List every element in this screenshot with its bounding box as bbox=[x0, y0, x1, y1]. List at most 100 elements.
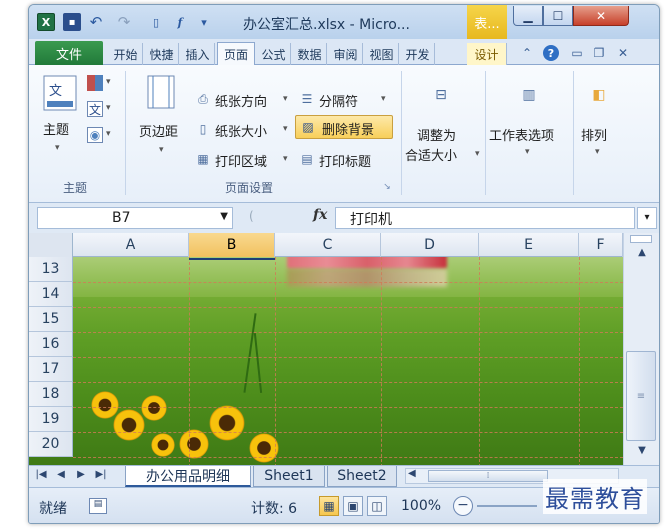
sheet-options-button[interactable]: ▥ 工作表选项 ▾ bbox=[487, 73, 571, 173]
next-sheet-icon[interactable]: ▶ bbox=[73, 469, 89, 480]
sheet-tab-office-supplies[interactable]: 办公用品明细 bbox=[125, 466, 251, 487]
minimize-ribbon-icon[interactable]: ⌃ bbox=[519, 45, 535, 61]
theme-fonts-icon[interactable]: 文 bbox=[87, 101, 103, 117]
column-header-c[interactable]: C bbox=[275, 233, 381, 257]
normal-view-button[interactable]: ▦ bbox=[319, 496, 339, 516]
tab-developer[interactable]: 开发 bbox=[401, 43, 435, 65]
tab-design[interactable]: 设计 bbox=[467, 43, 507, 65]
undo-icon[interactable]: ↶ bbox=[87, 13, 105, 31]
column-header-d[interactable]: D bbox=[381, 233, 479, 257]
tab-formulas[interactable]: 公式 bbox=[257, 43, 291, 65]
arrange-icon: ◧ bbox=[592, 87, 606, 103]
tab-insert[interactable]: 插入 bbox=[181, 43, 215, 65]
vertical-scrollbar[interactable]: ▲ ≡ ▼ bbox=[623, 233, 659, 465]
formula-input[interactable]: 打印机 bbox=[335, 207, 635, 229]
theme-effects-icon[interactable]: ◉ bbox=[87, 127, 103, 143]
delete-background-button[interactable]: ▨ 删除背景 bbox=[295, 115, 393, 139]
theme-colors-icon[interactable] bbox=[87, 75, 103, 91]
save-icon[interactable]: ▪ bbox=[63, 13, 81, 31]
sheet-tab-sheet1[interactable]: Sheet1 bbox=[253, 466, 325, 487]
expand-formula-bar-icon[interactable]: ▾ bbox=[637, 207, 657, 229]
breaks-button[interactable]: ☰ 分隔符 ▾ bbox=[299, 91, 395, 111]
row-header-15[interactable]: 15 bbox=[29, 307, 73, 332]
scroll-down-icon[interactable]: ▼ bbox=[624, 445, 659, 463]
formula-cancel-icon[interactable]: ( bbox=[249, 209, 254, 223]
column-header-b[interactable]: B bbox=[189, 233, 275, 257]
workbook-minimize-icon[interactable]: ▭ bbox=[569, 45, 585, 61]
tab-review[interactable]: 审阅 bbox=[329, 43, 363, 65]
macro-record-icon[interactable]: ▤ bbox=[89, 498, 107, 514]
select-all-corner[interactable] bbox=[29, 233, 73, 257]
zoom-slider[interactable] bbox=[477, 505, 537, 507]
workbook-close-icon[interactable]: ✕ bbox=[615, 45, 631, 61]
close-button[interactable]: ✕ bbox=[573, 6, 629, 26]
sunflower bbox=[141, 395, 167, 421]
first-sheet-icon[interactable]: |◀ bbox=[33, 469, 49, 480]
customize-qat-icon[interactable]: ▾ bbox=[195, 13, 213, 31]
zoom-out-button[interactable]: − bbox=[453, 496, 473, 516]
split-bar[interactable] bbox=[630, 235, 652, 243]
scroll-up-icon[interactable]: ▲ bbox=[624, 247, 659, 265]
blurred-subtitle-text bbox=[287, 269, 447, 287]
tab-view[interactable]: 视图 bbox=[365, 43, 399, 65]
vertical-scroll-thumb[interactable]: ≡ bbox=[626, 351, 656, 441]
scroll-left-icon[interactable]: ◀ bbox=[408, 468, 416, 479]
page-break-view-button[interactable]: ◫ bbox=[367, 496, 387, 516]
sheet-options-dropdown-icon: ▾ bbox=[525, 147, 530, 157]
column-header-e[interactable]: E bbox=[479, 233, 579, 257]
row-header-18[interactable]: 18 bbox=[29, 382, 73, 407]
name-box-dropdown-icon[interactable]: ▼ bbox=[220, 211, 228, 222]
insert-function-icon[interactable]: fx bbox=[313, 207, 327, 223]
column-header-f[interactable]: F bbox=[579, 233, 623, 257]
arrange-button[interactable]: ◧ 排列 ▾ bbox=[577, 73, 621, 173]
maximize-button[interactable]: ☐ bbox=[543, 6, 573, 26]
theme-effects-dropdown-icon[interactable]: ▾ bbox=[106, 129, 111, 139]
page-layout-view-button[interactable]: ▣ bbox=[343, 496, 363, 516]
tab-file[interactable]: 文件 bbox=[35, 41, 103, 65]
themes-label: 主题 bbox=[43, 123, 70, 138]
margins-button[interactable]: 页边距 ▾ bbox=[133, 73, 189, 169]
worksheet-grid[interactable]: A B C D E F 13 14 15 16 17 18 19 20 bbox=[29, 233, 623, 465]
tab-page-layout[interactable]: 页面 bbox=[217, 42, 255, 65]
print-area-button[interactable]: ▦ 打印区域 ▾ bbox=[195, 151, 291, 171]
zoom-level[interactable]: 100% bbox=[401, 498, 441, 514]
redo-icon[interactable]: ↷ bbox=[115, 13, 133, 31]
status-ready: 就绪 bbox=[39, 501, 67, 517]
page-setup-dialog-launcher-icon[interactable]: ↘ bbox=[379, 179, 395, 195]
print-titles-button[interactable]: ▤ 打印标题 bbox=[299, 151, 395, 171]
column-header-a[interactable]: A bbox=[73, 233, 189, 257]
row-header-14[interactable]: 14 bbox=[29, 282, 73, 307]
tab-data[interactable]: 数据 bbox=[293, 43, 327, 65]
row-gridline bbox=[73, 307, 623, 308]
workbook-restore-icon[interactable]: ❐ bbox=[591, 45, 607, 61]
excel-app-icon[interactable]: X bbox=[37, 13, 55, 31]
size-button[interactable]: ▯ 纸张大小 ▾ bbox=[195, 121, 291, 141]
row-header-17[interactable]: 17 bbox=[29, 357, 73, 382]
row-header-13[interactable]: 13 bbox=[29, 257, 73, 282]
table-tools-header[interactable]: 表... bbox=[467, 5, 507, 39]
last-sheet-icon[interactable]: ▶| bbox=[93, 469, 109, 480]
orientation-button[interactable]: ⎙ 纸张方向 ▾ bbox=[195, 91, 291, 111]
print-area-dropdown-icon: ▾ bbox=[283, 154, 288, 164]
group-separator bbox=[401, 71, 402, 195]
sheet-options-label: 工作表选项 bbox=[489, 129, 555, 144]
tab-home[interactable]: 开始 bbox=[109, 43, 143, 65]
row-gridline bbox=[73, 282, 623, 283]
tab-quick[interactable]: 快捷 bbox=[145, 43, 179, 65]
row-header-19[interactable]: 19 bbox=[29, 407, 73, 432]
name-box[interactable]: B7 ▼ bbox=[37, 207, 233, 229]
sheet-tab-sheet2[interactable]: Sheet2 bbox=[327, 466, 397, 487]
help-icon[interactable]: ? bbox=[543, 45, 559, 61]
theme-colors-dropdown-icon[interactable]: ▾ bbox=[106, 77, 111, 87]
scale-to-fit-button[interactable]: ⊟ 调整为 合适大小 ▾ bbox=[405, 73, 483, 173]
minimize-button[interactable]: ▁ bbox=[513, 6, 543, 26]
horizontal-scroll-thumb[interactable]: ⁞ bbox=[428, 470, 548, 482]
prev-sheet-icon[interactable]: ◀ bbox=[53, 469, 69, 480]
row-header-16[interactable]: 16 bbox=[29, 332, 73, 357]
insert-function-icon[interactable]: f bbox=[171, 13, 189, 31]
ribbon: 文 主题 ▾ ▾ 文 ▾ ◉ ▾ 主题 页边距 ▾ ⎙ 纸张方向 ▾ ▯ 纸张大… bbox=[29, 65, 659, 203]
themes-button[interactable]: 文 主题 ▾ bbox=[39, 73, 81, 165]
new-document-icon[interactable]: ▯ bbox=[147, 13, 165, 31]
row-header-20[interactable]: 20 bbox=[29, 432, 73, 457]
theme-fonts-dropdown-icon[interactable]: ▾ bbox=[106, 103, 111, 113]
